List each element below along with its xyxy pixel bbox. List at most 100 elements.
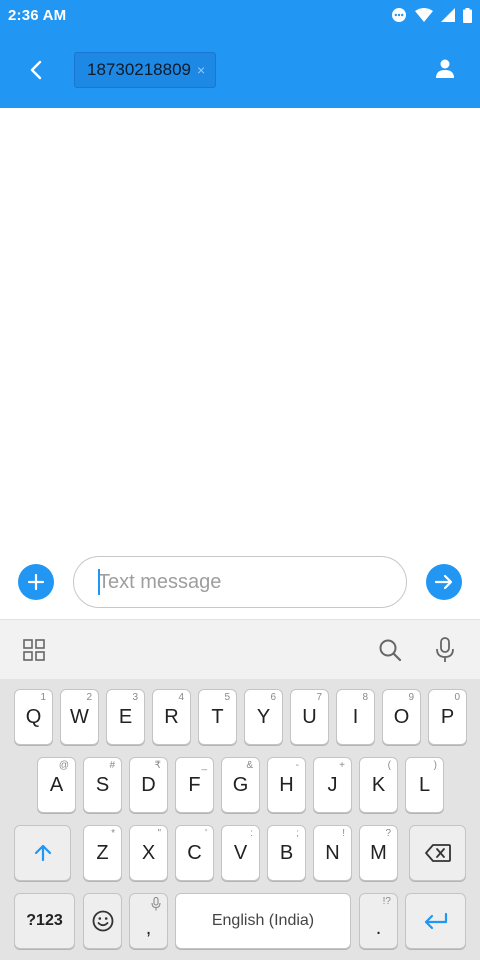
key-label: C: [187, 841, 202, 864]
key-hint: 5: [224, 692, 230, 703]
key-r[interactable]: 4R: [152, 689, 191, 745]
key-hint: 3: [132, 692, 138, 703]
backspace-icon: [424, 844, 451, 862]
period-hint: !?: [382, 896, 391, 907]
key-label: B: [279, 841, 294, 864]
symbols-label: ?123: [26, 912, 63, 929]
space-label: English (India): [211, 912, 315, 929]
search-icon: [379, 639, 402, 662]
key-label: M: [370, 841, 387, 864]
key-hint: !: [342, 828, 345, 839]
key-i[interactable]: 8I: [336, 689, 375, 745]
comma-label: ,: [145, 916, 152, 939]
key-hint: :: [250, 828, 253, 839]
key-e[interactable]: 3E: [106, 689, 145, 745]
key-hint: *: [111, 828, 115, 839]
key-hint: _: [201, 760, 207, 771]
contact-button[interactable]: [430, 54, 460, 84]
key-label: W: [70, 705, 89, 728]
key-l[interactable]: ) L: [405, 757, 444, 813]
key-z[interactable]: * Z: [83, 825, 122, 881]
key-hint: +: [339, 760, 345, 771]
keyboard: 1Q 2W 3E 4R 5T 6Y 7U 8I 9O 0P @ A # S ₹ D _…: [0, 679, 480, 960]
key-label: P: [440, 705, 455, 728]
enter-key[interactable]: [405, 893, 466, 949]
emoji-key[interactable]: [83, 893, 122, 949]
key-hint: @: [58, 760, 69, 771]
key-h[interactable]: -H: [267, 757, 306, 813]
key-hint: ;: [296, 828, 299, 839]
key-f[interactable]: _ F: [175, 757, 214, 813]
key-c[interactable]: ' C: [175, 825, 214, 881]
signal-icon: [441, 8, 455, 27]
key-g[interactable]: & G: [221, 757, 260, 813]
key-v[interactable]: :V: [221, 825, 260, 881]
wifi-icon: [415, 8, 433, 27]
key-hint: ): [433, 760, 437, 771]
key-y[interactable]: 6Y: [244, 689, 283, 745]
key-w[interactable]: 2W: [60, 689, 99, 745]
remove-recipient-button[interactable]: ×: [197, 63, 205, 77]
attach-button[interactable]: [18, 564, 54, 600]
key-a[interactable]: @ A: [37, 757, 76, 813]
back-button[interactable]: [20, 54, 52, 86]
key-label: R: [164, 705, 179, 728]
key-hint: &: [246, 760, 253, 771]
key-label: Z: [96, 841, 109, 864]
status-bar: 2:36 AM: [0, 0, 480, 32]
back-arrow-icon: [30, 60, 42, 80]
battery-icon: [463, 7, 472, 28]
keyboard-menu-button[interactable]: [20, 636, 48, 664]
notification-dots-icon: [391, 7, 407, 28]
shift-key[interactable]: [14, 825, 71, 881]
shift-arrow-icon: [34, 844, 51, 862]
key-label: X: [141, 841, 156, 864]
comma-key[interactable]: ,: [129, 893, 168, 949]
send-button[interactable]: [426, 564, 462, 600]
key-hint: 7: [316, 692, 322, 703]
key-label: V: [233, 841, 248, 864]
key-label: U: [302, 705, 317, 728]
key-hint: 1: [40, 692, 46, 703]
text-cursor: [98, 569, 100, 595]
key-hint: ₹: [154, 760, 161, 771]
space-key[interactable]: English (India): [175, 893, 351, 949]
status-icons: [391, 7, 472, 28]
key-label: S: [95, 773, 110, 796]
key-b[interactable]: ; B: [267, 825, 306, 881]
message-input[interactable]: [73, 556, 407, 608]
key-hint: 0: [454, 692, 460, 703]
plus-icon: [27, 573, 45, 591]
backspace-key[interactable]: [409, 825, 466, 881]
key-k[interactable]: (K: [359, 757, 398, 813]
key-label: I: [352, 705, 359, 728]
key-t[interactable]: 5T: [198, 689, 237, 745]
period-key[interactable]: !? .: [359, 893, 398, 949]
enter-icon: [424, 912, 447, 930]
key-s[interactable]: # S: [83, 757, 122, 813]
key-hint: #: [109, 760, 115, 771]
person-icon: [436, 59, 454, 78]
microphone-small-icon: [151, 897, 161, 911]
compose-bar: [0, 550, 480, 614]
key-o[interactable]: 9O: [382, 689, 421, 745]
key-j[interactable]: + J: [313, 757, 352, 813]
symbols-key[interactable]: ?123: [14, 893, 75, 949]
key-u[interactable]: 7U: [290, 689, 329, 745]
key-label: J: [327, 773, 338, 796]
key-q[interactable]: 1Q: [14, 689, 53, 745]
key-n[interactable]: ! N: [313, 825, 352, 881]
key-label: K: [371, 773, 386, 796]
recipient-chip[interactable]: 18730218809 ×: [74, 52, 217, 88]
key-p[interactable]: 0P: [428, 689, 467, 745]
key-label: O: [393, 705, 410, 728]
key-m[interactable]: ? M: [359, 825, 398, 881]
key-label: A: [49, 773, 64, 796]
key-hint: ': [205, 828, 207, 839]
keyboard-search-button[interactable]: [376, 636, 404, 664]
key-hint: ?: [385, 828, 391, 839]
key-d[interactable]: ₹ D: [129, 757, 168, 813]
key-x[interactable]: " X: [129, 825, 168, 881]
key-hint: ": [157, 828, 161, 839]
voice-input-button[interactable]: [431, 636, 459, 664]
